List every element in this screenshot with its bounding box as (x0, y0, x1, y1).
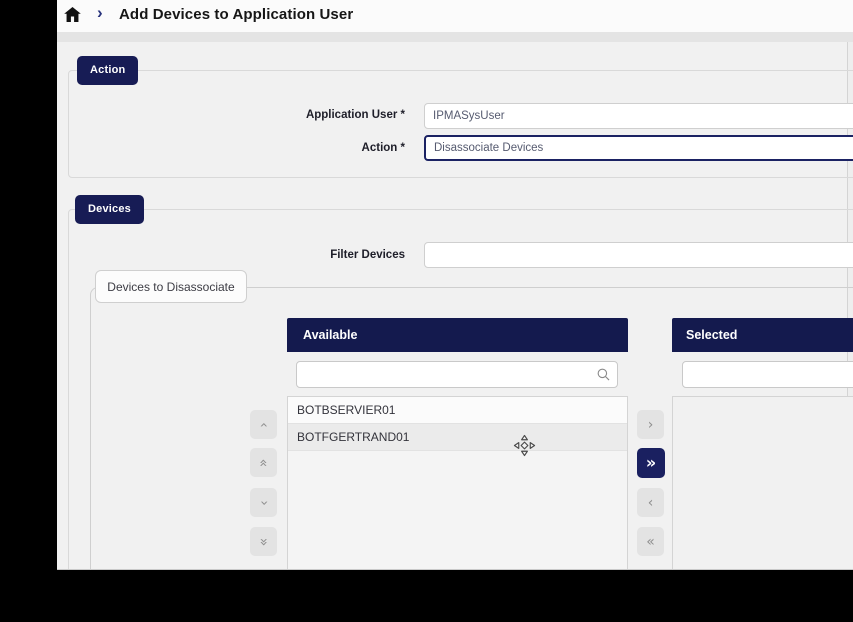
page-title: Add Devices to Application User (119, 6, 353, 23)
devices-panel-badge: Devices (75, 195, 144, 224)
available-list-header: Available (287, 318, 628, 352)
selected-search (682, 361, 853, 388)
move-bottom-button[interactable]: » (250, 527, 277, 556)
chevron-down-icon: › (256, 500, 270, 506)
home-icon[interactable] (63, 5, 82, 24)
breadcrumb-chevron-icon: › (97, 3, 103, 23)
transfer-all-right-button[interactable]: » (637, 448, 665, 478)
action-label: Action * (157, 142, 405, 154)
move-cursor-icon (513, 434, 536, 457)
toolbar-strip (57, 32, 853, 42)
transfer-right-button[interactable]: › (637, 410, 664, 439)
filter-devices-input[interactable] (424, 242, 853, 268)
chevron-left-icon: ‹ (648, 496, 654, 510)
selected-list (672, 396, 853, 570)
chevron-double-left-icon: « (646, 535, 655, 549)
chevron-double-up-icon: » (256, 458, 270, 467)
chevron-double-right-icon: » (646, 455, 656, 471)
filter-devices-label: Filter Devices (157, 249, 405, 261)
available-search (296, 361, 618, 388)
list-item[interactable]: BOTFGERTRAND01 (288, 424, 627, 451)
selected-list-header: Selected (672, 318, 853, 352)
breadcrumb: › Add Devices to Application User (57, 0, 853, 32)
app-window: › Add Devices to Application User Action… (57, 0, 853, 570)
application-user-input[interactable] (424, 103, 853, 129)
chevron-up-icon: › (256, 422, 270, 428)
search-icon (596, 367, 611, 382)
chevron-right-icon: › (648, 418, 654, 432)
action-input[interactable] (424, 135, 853, 161)
transfer-all-left-button[interactable]: « (637, 527, 664, 556)
selected-search-input[interactable] (682, 361, 853, 388)
devices-to-disassociate-legend: Devices to Disassociate (95, 270, 247, 303)
action-panel-badge: Action (77, 56, 138, 85)
transfer-left-button[interactable]: ‹ (637, 488, 664, 517)
application-user-label: Application User * (157, 109, 405, 121)
available-list: BOTBSERVIER01 BOTFGERTRAND01 (287, 396, 628, 570)
move-down-button[interactable]: › (250, 488, 277, 517)
move-top-button[interactable]: » (250, 448, 277, 477)
list-item[interactable]: BOTBSERVIER01 (288, 397, 627, 424)
available-search-input[interactable] (296, 361, 618, 388)
chevron-double-down-icon: » (256, 537, 270, 546)
move-up-button[interactable]: › (250, 410, 277, 439)
